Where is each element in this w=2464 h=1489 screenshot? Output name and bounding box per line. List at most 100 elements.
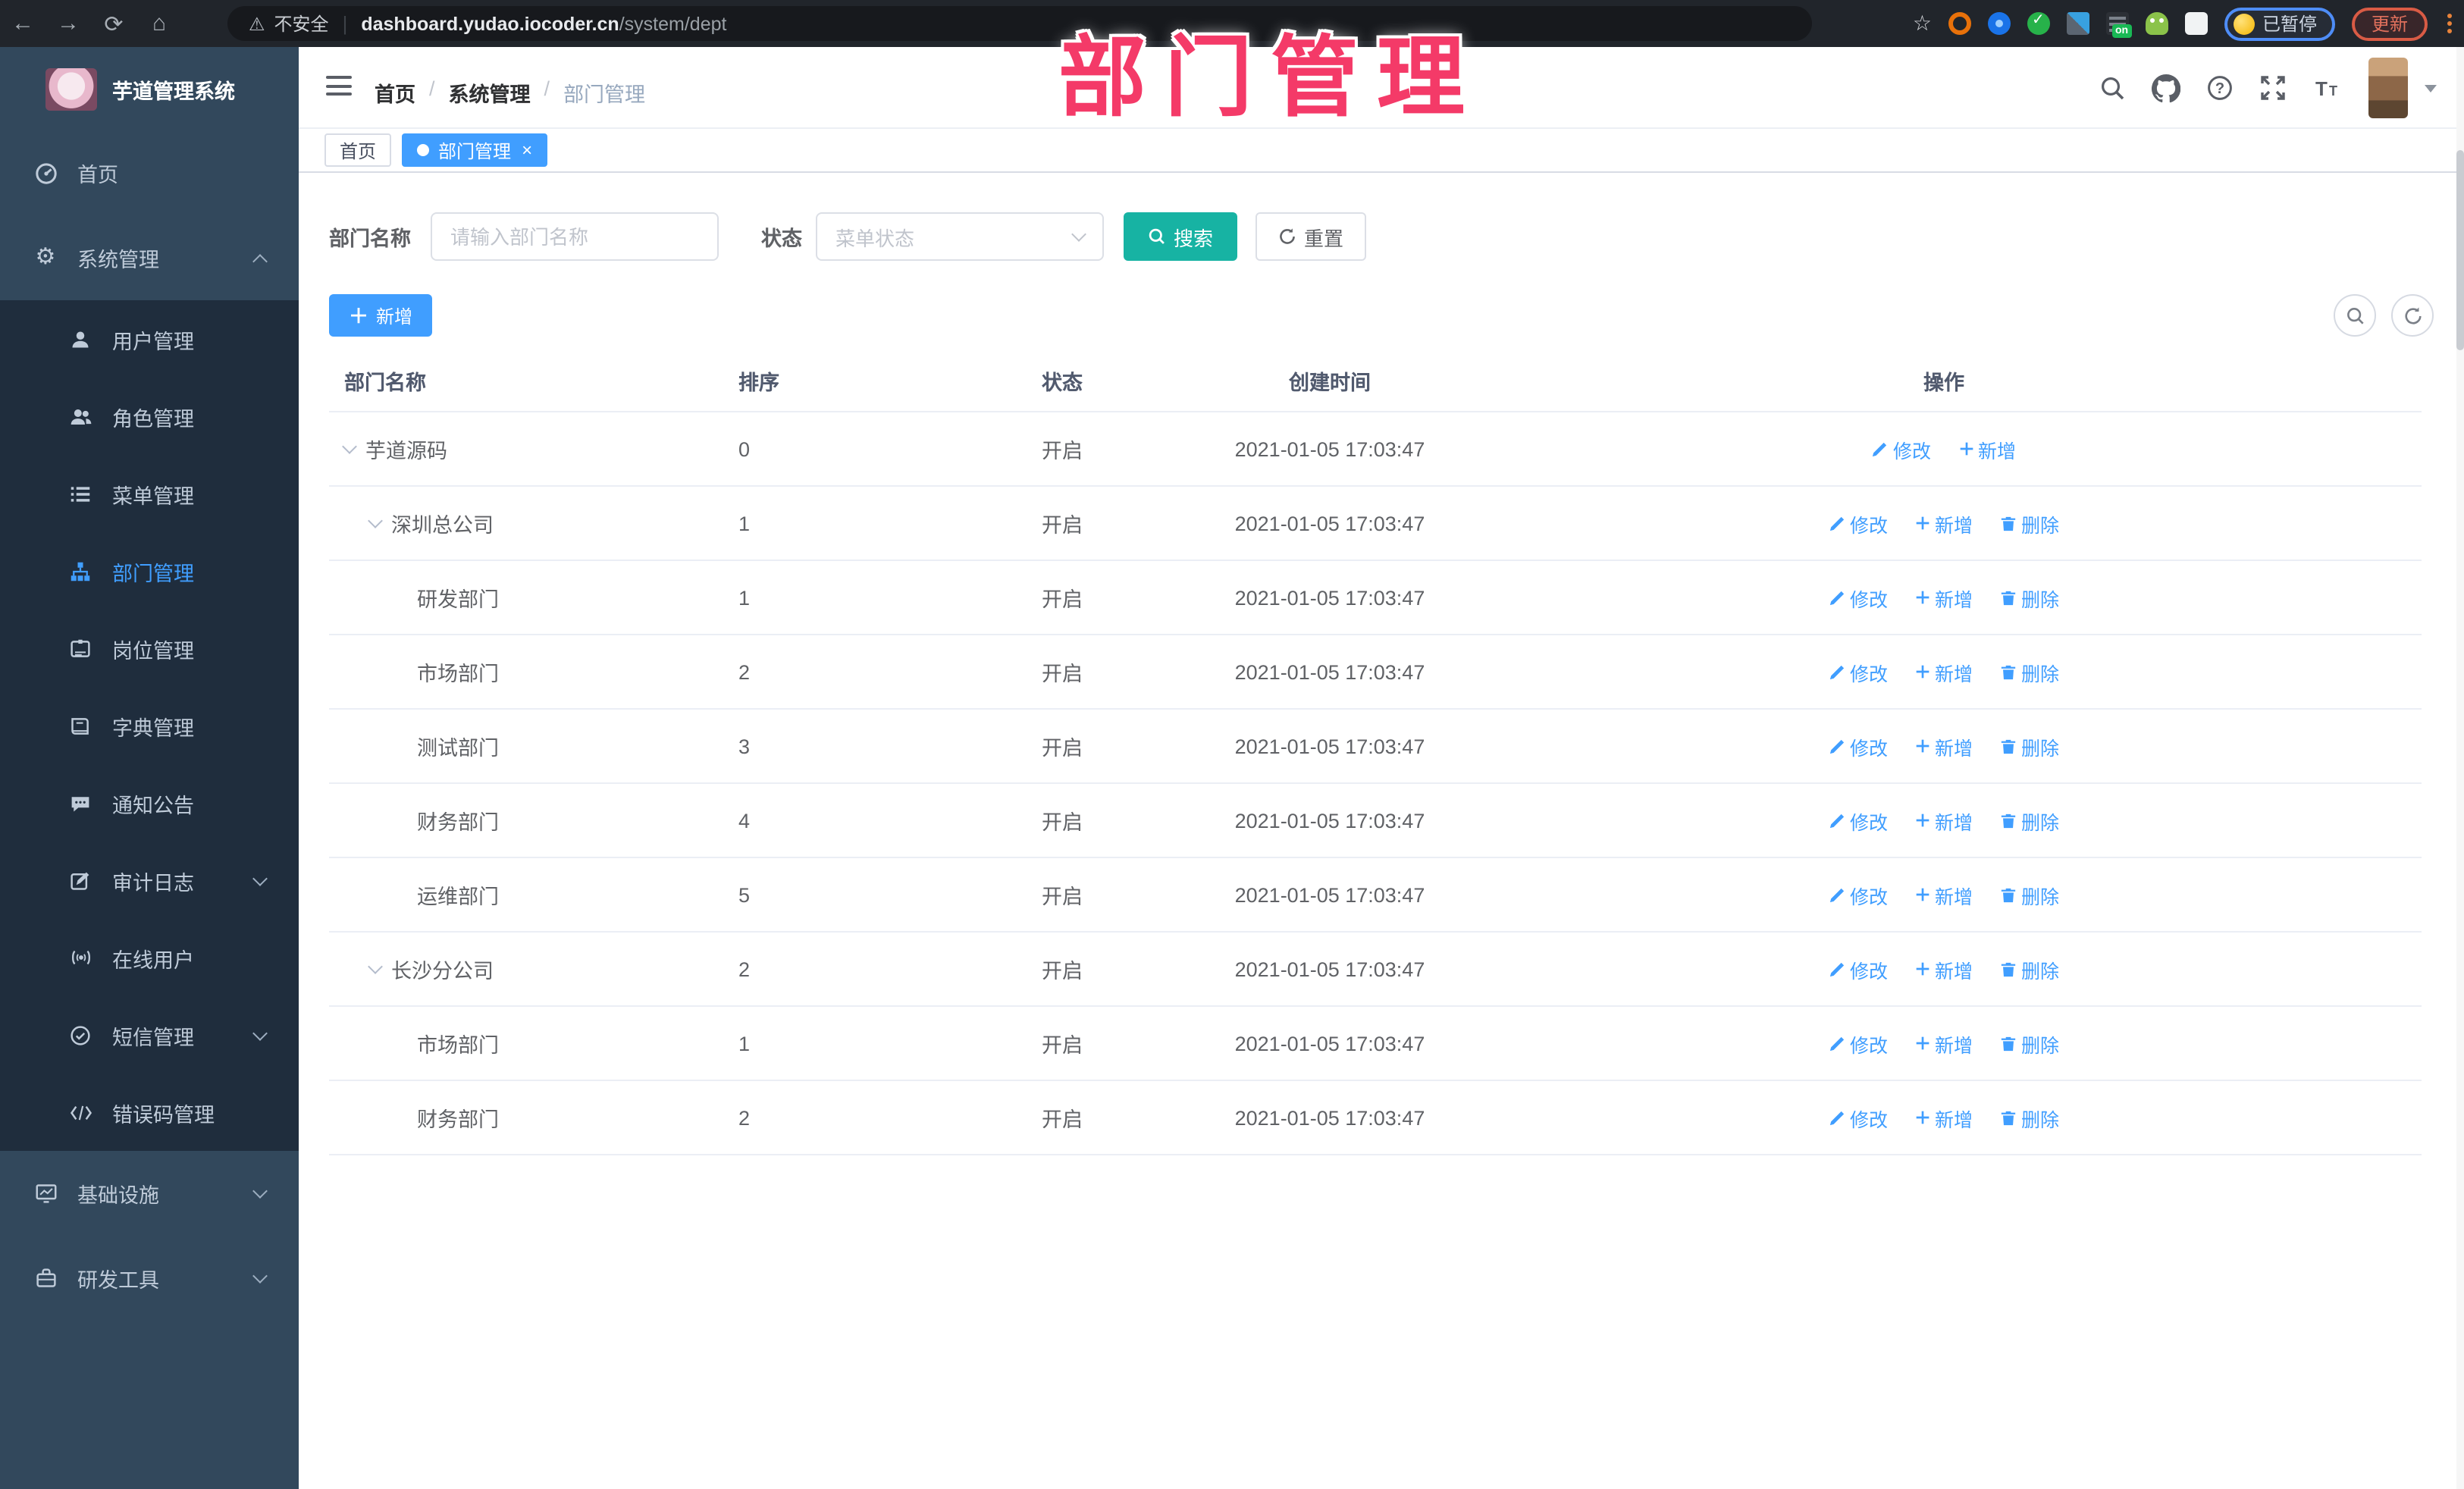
search-button[interactable]: 搜索 xyxy=(1124,212,1238,261)
sidebar-item-roles[interactable]: 角色管理 xyxy=(0,378,299,455)
edit-link[interactable]: 修改 xyxy=(1829,806,1888,835)
sidebar-item-users[interactable]: 用户管理 xyxy=(0,300,299,378)
add-link[interactable]: 新增 xyxy=(1915,880,1973,909)
delete-link[interactable]: 删除 xyxy=(2000,1029,2059,1058)
edit-link[interactable]: 修改 xyxy=(1829,880,1888,909)
edit-link[interactable]: 修改 xyxy=(1829,509,1888,538)
help-icon[interactable]: ? xyxy=(2206,74,2234,102)
browser-reload-icon[interactable]: ⟳ xyxy=(91,10,136,37)
sidebar-item-online-users[interactable]: 在线用户 xyxy=(0,919,299,996)
browser-menu-icon[interactable] xyxy=(2447,14,2452,33)
sidebar-item-dev-tools[interactable]: 研发工具 xyxy=(0,1236,299,1321)
edit-link[interactable]: 修改 xyxy=(1829,732,1888,760)
add-link[interactable]: 新增 xyxy=(1915,583,1973,612)
browser-forward-icon[interactable]: → xyxy=(45,11,91,36)
add-link[interactable]: 新增 xyxy=(1915,509,1973,538)
add-link[interactable]: 新增 xyxy=(1915,806,1973,835)
edit-link[interactable]: 修改 xyxy=(1829,583,1888,612)
add-link[interactable]: 新增 xyxy=(1915,657,1973,686)
caret-down-icon[interactable] xyxy=(2425,84,2437,92)
add-link[interactable]: 新增 xyxy=(1915,732,1973,760)
expand-caret-icon[interactable] xyxy=(368,513,383,528)
toggle-search-button[interactable] xyxy=(2334,294,2376,337)
browser-update-button[interactable]: 更新 xyxy=(2351,7,2428,40)
dashboard-icon xyxy=(33,161,58,185)
add-button[interactable]: ＋ 新增 xyxy=(329,294,433,337)
sidebar-item-audit-log[interactable]: 审计日志 xyxy=(0,842,299,919)
app-logo-row[interactable]: 芋道管理系统 xyxy=(0,47,299,130)
tab-dept-management[interactable]: 部门管理 × xyxy=(402,133,548,167)
sidebar-item-system[interactable]: ⚙ 系统管理 xyxy=(0,215,299,300)
profile-paused-pill[interactable]: 已暂停 xyxy=(2224,7,2335,40)
extension-icon-android[interactable] xyxy=(2145,12,2168,35)
browser-back-icon[interactable]: ← xyxy=(0,11,45,36)
edit-link[interactable]: 修改 xyxy=(1829,657,1888,686)
sidebar-item-notice[interactable]: 通知公告 xyxy=(0,764,299,842)
fullscreen-icon[interactable] xyxy=(2259,74,2287,102)
delete-link[interactable]: 删除 xyxy=(2000,509,2059,538)
sidebar-item-error-code[interactable]: 错误码管理 xyxy=(0,1074,299,1151)
page-title-watermark: 部门管理 xyxy=(1058,29,1484,127)
close-icon[interactable]: × xyxy=(522,141,532,159)
extension-icon-list[interactable]: on xyxy=(2105,12,2132,38)
tab-home[interactable]: 首页 xyxy=(324,133,392,167)
sidebar-item-home[interactable]: 首页 xyxy=(0,130,299,215)
chevron-down-icon xyxy=(252,1183,268,1199)
add-link[interactable]: 新增 xyxy=(1915,1029,1973,1058)
add-link[interactable]: 新增 xyxy=(1958,434,2016,463)
dept-name-input[interactable] xyxy=(431,212,719,261)
scrollbar-thumb[interactable] xyxy=(2456,150,2464,350)
add-link[interactable]: 新增 xyxy=(1915,1103,1973,1132)
github-icon[interactable] xyxy=(2152,74,2180,102)
sidebar-toggle-icon[interactable] xyxy=(326,76,352,99)
sidebar-item-infrastructure[interactable]: 基础设施 xyxy=(0,1151,299,1236)
status-text: 开启 xyxy=(1042,588,1083,611)
extension-icon-check[interactable] xyxy=(2027,12,2050,35)
edit-link[interactable]: 修改 xyxy=(1872,434,1931,463)
svg-text:?: ? xyxy=(2215,80,2224,97)
extensions-puzzle-icon[interactable] xyxy=(2184,12,2208,35)
expand-caret-icon[interactable] xyxy=(342,439,357,454)
add-link[interactable]: 新增 xyxy=(1915,955,1973,983)
extension-icon-grid[interactable] xyxy=(2066,12,2089,35)
extension-on-badge: on xyxy=(2111,24,2132,38)
table-row: 财务部门 4 开启 2021-01-05 17:03:47 修改 新增 删除 xyxy=(329,784,2422,858)
breadcrumb-home[interactable]: 首页 xyxy=(375,77,415,108)
bookmark-star-icon[interactable]: ☆ xyxy=(1913,11,1932,36)
delete-link[interactable]: 删除 xyxy=(2000,955,2059,983)
status-select[interactable]: 菜单状态 xyxy=(816,212,1104,261)
sidebar-item-menus[interactable]: 菜单管理 xyxy=(0,455,299,532)
col-status: 状态 xyxy=(1042,371,1083,393)
sidebar-item-posts[interactable]: 岗位管理 xyxy=(0,610,299,687)
menu-list-icon xyxy=(68,481,92,506)
delete-link[interactable]: 删除 xyxy=(2000,880,2059,909)
reset-button[interactable]: 重置 xyxy=(1256,212,1367,261)
address-bar[interactable]: ⚠ 不安全 | dashboard.yudao.iocoder.cn /syst… xyxy=(227,6,1812,41)
browser-home-icon[interactable]: ⌂ xyxy=(136,11,182,36)
sidebar-item-dict[interactable]: 字典管理 xyxy=(0,687,299,764)
refresh-button[interactable] xyxy=(2391,294,2434,337)
avatar[interactable] xyxy=(2368,58,2408,118)
breadcrumb-system[interactable]: 系统管理 xyxy=(449,77,531,108)
extension-icon-drop[interactable] xyxy=(1987,12,2011,35)
extension-icon-orange[interactable] xyxy=(1948,12,1971,35)
chevron-down-icon xyxy=(252,1025,268,1040)
delete-link[interactable]: 删除 xyxy=(2000,732,2059,760)
expand-caret-icon[interactable] xyxy=(368,959,383,974)
delete-link[interactable]: 删除 xyxy=(2000,657,2059,686)
url-host: dashboard.yudao.iocoder.cn xyxy=(361,13,619,34)
edit-link[interactable]: 修改 xyxy=(1829,1103,1888,1132)
edit-link[interactable]: 修改 xyxy=(1829,1029,1888,1058)
delete-link[interactable]: 删除 xyxy=(2000,1103,2059,1132)
sidebar-item-dept[interactable]: 部门管理 xyxy=(0,532,299,610)
delete-link[interactable]: 删除 xyxy=(2000,583,2059,612)
scrollbar[interactable] xyxy=(2456,47,2464,1489)
sidebar-item-sms[interactable]: 短信管理 xyxy=(0,996,299,1074)
edit-link[interactable]: 修改 xyxy=(1829,955,1888,983)
user-icon xyxy=(68,327,92,351)
search-icon[interactable] xyxy=(2099,74,2126,102)
delete-link[interactable]: 删除 xyxy=(2000,806,2059,835)
font-size-icon[interactable]: TT xyxy=(2312,76,2343,100)
table-row: 财务部门 2 开启 2021-01-05 17:03:47 修改 新增 删除 xyxy=(329,1081,2422,1155)
breadcrumb-current: 部门管理 xyxy=(563,83,646,106)
